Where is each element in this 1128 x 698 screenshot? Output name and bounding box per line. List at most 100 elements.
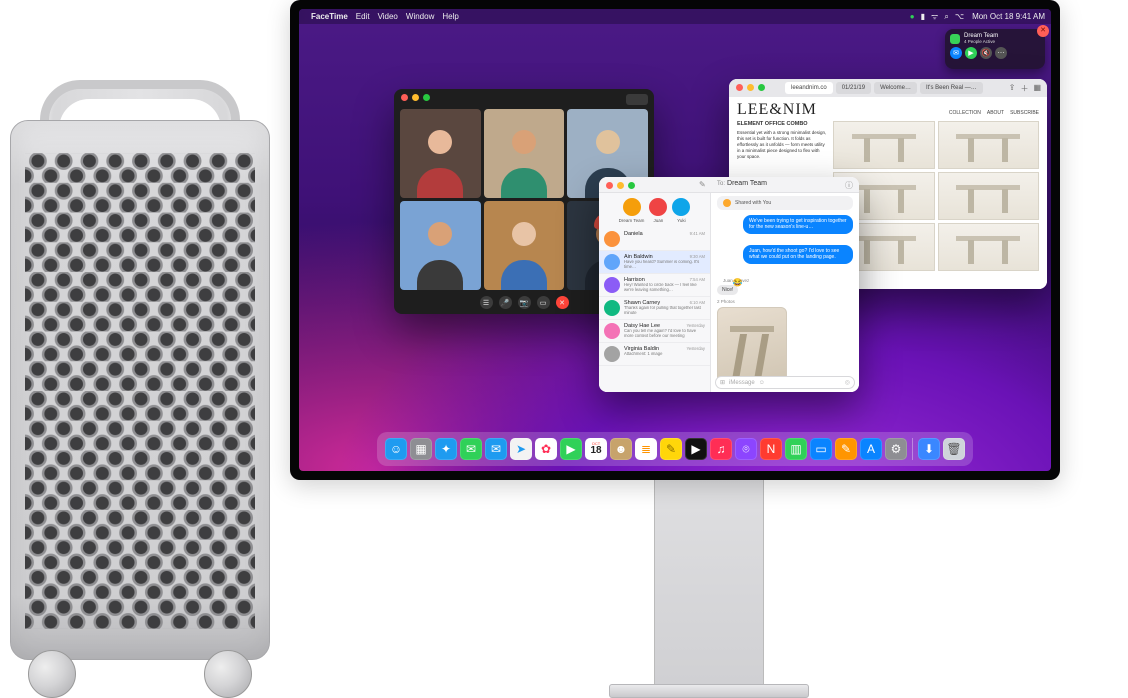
- menu-bar[interactable]: FaceTime Edit Video Window Help ● ▮ ᯤ ⌕ …: [299, 9, 1051, 24]
- facetime-share-icon[interactable]: ▭: [537, 296, 550, 309]
- messages-window[interactable]: ✎ To:Dream Team ⓘ Dream TeamJuanYuki Dan…: [599, 177, 859, 392]
- message-composer[interactable]: ⊞ iMessage ☺ ◎: [715, 376, 855, 389]
- dock-news-icon[interactable]: N: [760, 438, 782, 460]
- dock-music-icon[interactable]: ♫: [710, 438, 732, 460]
- facetime-camera-icon[interactable]: 📷: [518, 296, 531, 309]
- message-bubble-outgoing[interactable]: We've been trying to get inspiration tog…: [743, 215, 853, 234]
- message-bubble-incoming[interactable]: Nice!: [717, 285, 738, 295]
- facetime-mute-icon[interactable]: 🎤: [499, 296, 512, 309]
- notification-mute-icon[interactable]: 🔇: [980, 47, 992, 59]
- details-icon[interactable]: ⓘ: [845, 180, 853, 191]
- menu-clock[interactable]: Mon Oct 18 9:41 AM: [972, 12, 1045, 21]
- pinned-conversation[interactable]: Dream Team: [619, 198, 645, 223]
- dock[interactable]: ☺▦✦✉✉➤✿▶OCT18☻≣✎▶♫⌾N▥▭✎A⚙⬇🗑: [377, 432, 973, 466]
- dock-contacts-icon[interactable]: ☻: [610, 438, 632, 460]
- dock-safari-icon[interactable]: ✦: [435, 438, 457, 460]
- dock-podcasts-icon[interactable]: ⌾: [735, 438, 757, 460]
- conversation-row[interactable]: Daniela9:41 AM: [599, 228, 710, 251]
- apps-icon[interactable]: ⊞: [720, 379, 725, 386]
- compose-icon[interactable]: ✎: [699, 180, 706, 189]
- dock-reminders-icon[interactable]: ≣: [635, 438, 657, 460]
- close-icon[interactable]: [401, 94, 408, 101]
- product-image[interactable]: [938, 121, 1040, 169]
- dock-facetime-icon[interactable]: ▶: [560, 438, 582, 460]
- close-icon[interactable]: [606, 182, 613, 189]
- dock-downloads-icon[interactable]: ⬇: [918, 438, 940, 460]
- share-icon[interactable]: ⇪: [1009, 83, 1016, 94]
- dock-appstore-icon[interactable]: A: [860, 438, 882, 460]
- window-controls[interactable]: [606, 182, 635, 189]
- close-icon[interactable]: [736, 84, 743, 91]
- zoom-icon[interactable]: [758, 84, 765, 91]
- conversation-row[interactable]: Ain Baldwin9:30 AMHave you heard? Summer…: [599, 251, 710, 274]
- product-image[interactable]: [938, 172, 1040, 220]
- tab-overview-icon[interactable]: ▦: [1033, 83, 1041, 94]
- dock-launchpad-icon[interactable]: ▦: [410, 438, 432, 460]
- window-controls[interactable]: [736, 84, 765, 91]
- notification-close-icon[interactable]: ✕: [1037, 25, 1049, 37]
- facetime-sidebar-icon[interactable]: ☰: [480, 296, 493, 309]
- safari-tab[interactable]: 01/21/19: [836, 82, 871, 94]
- minimize-icon[interactable]: [747, 84, 754, 91]
- messages-sidebar[interactable]: Dream TeamJuan Yuki Daniela9:41 AMAin Bal…: [599, 193, 711, 392]
- notification-join-icon[interactable]: ▶: [965, 47, 977, 59]
- conversation-row[interactable]: Shawn Carney6:10 AMThanks again for pull…: [599, 297, 710, 320]
- product-image[interactable]: [938, 223, 1040, 271]
- pinned-conversation[interactable]: Juan: [649, 198, 667, 223]
- site-nav-link[interactable]: SUBSCRIBE: [1010, 110, 1039, 116]
- control-center-icon[interactable]: ⌥: [955, 12, 964, 21]
- conversation-row[interactable]: Virginia BaldinYesterdayAttachment: 1 im…: [599, 343, 710, 366]
- conversation-row[interactable]: Harrison7:54 AMHey! Wanted to circle bac…: [599, 274, 710, 297]
- facetime-sidebar-toggle[interactable]: [626, 94, 648, 105]
- dock-tv-icon[interactable]: ▶: [685, 438, 707, 460]
- menu-item[interactable]: Edit: [356, 12, 370, 21]
- zoom-icon[interactable]: [628, 182, 635, 189]
- menu-item[interactable]: Video: [378, 12, 398, 21]
- minimize-icon[interactable]: [412, 94, 419, 101]
- spotlight-icon[interactable]: ⌕: [944, 12, 948, 22]
- dock-calendar-icon[interactable]: OCT18: [585, 438, 607, 460]
- dock-keynote-icon[interactable]: ▭: [810, 438, 832, 460]
- product-image[interactable]: [833, 121, 935, 169]
- minimize-icon[interactable]: [617, 182, 624, 189]
- window-controls[interactable]: [401, 94, 430, 101]
- site-nav-link[interactable]: ABOUT: [987, 110, 1004, 116]
- emoji-icon[interactable]: ☺: [759, 380, 765, 386]
- dock-settings-icon[interactable]: ⚙: [885, 438, 907, 460]
- dock-notes-icon[interactable]: ✎: [660, 438, 682, 460]
- conversation-row[interactable]: Daisy Hae LeeYesterdayCan you tell me ag…: [599, 320, 710, 343]
- site-nav-link[interactable]: COLLECTION: [949, 110, 981, 116]
- facetime-participant[interactable]: [484, 201, 565, 290]
- pinned-conversation[interactable]: Yuki: [672, 198, 690, 223]
- message-bubble-outgoing[interactable]: Juan, how'd the shoot go? I'd love to se…: [743, 245, 853, 264]
- zoom-icon[interactable]: [423, 94, 430, 101]
- battery-icon[interactable]: ▮: [921, 12, 925, 21]
- new-tab-icon[interactable]: ＋: [1020, 83, 1028, 94]
- wifi-icon[interactable]: ᯤ: [931, 11, 938, 22]
- facetime-end-icon[interactable]: ✕: [556, 296, 569, 309]
- dock-photos-icon[interactable]: ✿: [535, 438, 557, 460]
- facetime-status-icon[interactable]: ●: [910, 12, 915, 21]
- dock-mail-icon[interactable]: ✉: [485, 438, 507, 460]
- dock-messages-icon[interactable]: ✉: [460, 438, 482, 460]
- facetime-participant[interactable]: [400, 201, 481, 290]
- dock-maps-icon[interactable]: ➤: [510, 438, 532, 460]
- menu-item[interactable]: Window: [406, 12, 434, 21]
- shared-with-you-banner[interactable]: Shared with You: [717, 196, 853, 210]
- facetime-participant[interactable]: [400, 109, 481, 198]
- safari-tab[interactable]: Welcome…: [874, 82, 917, 94]
- dock-pages-icon[interactable]: ✎: [835, 438, 857, 460]
- notification-card[interactable]: ✕ Dream Team 4 People Active ✉ ▶ 🔇 ⋯: [945, 29, 1045, 69]
- record-audio-icon[interactable]: ◎: [845, 379, 850, 386]
- facetime-participant[interactable]: [484, 109, 565, 198]
- dock-numbers-icon[interactable]: ▥: [785, 438, 807, 460]
- messages-thread[interactable]: Shared with You We've been trying to get…: [711, 193, 859, 392]
- dock-trash-icon[interactable]: 🗑: [943, 438, 965, 460]
- dock-finder-icon[interactable]: ☺: [385, 438, 407, 460]
- site-logo[interactable]: LEE&NIM: [737, 101, 817, 119]
- safari-tab[interactable]: leeandnim.co: [785, 82, 833, 94]
- notification-more-icon[interactable]: ⋯: [995, 47, 1007, 59]
- menu-app-name[interactable]: FaceTime: [311, 12, 348, 21]
- menu-item[interactable]: Help: [442, 12, 458, 21]
- safari-tab[interactable]: It's Been Real —…: [920, 82, 983, 94]
